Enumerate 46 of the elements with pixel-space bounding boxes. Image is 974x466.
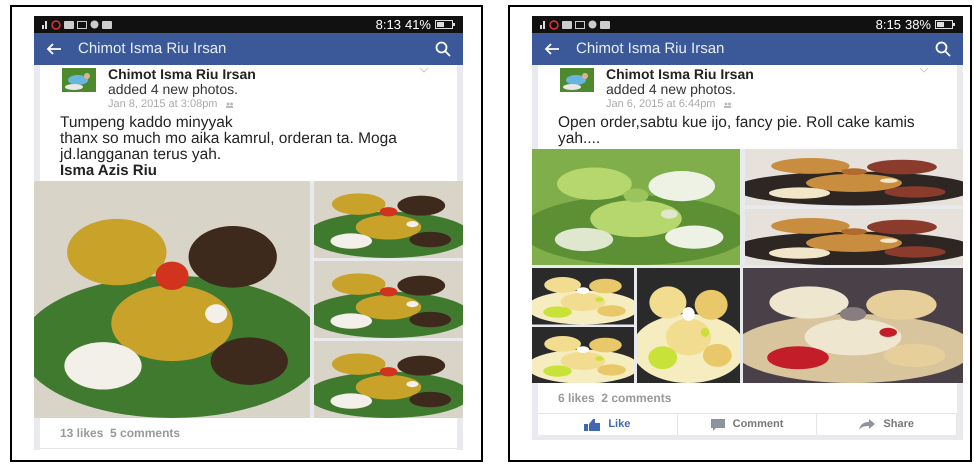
header-title: Chimot Isma Riu Irsan — [576, 38, 726, 59]
thumbs-up-icon — [584, 418, 600, 430]
battery-level: 38% — [904, 18, 931, 31]
engagement-stats[interactable]: 6 likes 2 comments — [538, 383, 957, 413]
like-button[interactable]: Like — [538, 414, 678, 435]
clock: 8:15 — [876, 18, 901, 31]
author-name[interactable]: Chimot Isma Riu Irsan — [108, 67, 256, 82]
post-signature: Isma Azis Riu — [60, 163, 158, 179]
share-button[interactable]: Share — [817, 414, 958, 435]
avatar-image[interactable] — [560, 68, 594, 92]
post-text: Open order,sabtu kue ijo, fancy pie. Roll cake kamis yah.... — [558, 115, 916, 147]
battery-icon — [435, 20, 455, 29]
clock: 8:13 — [376, 18, 401, 31]
post-text: Tumpeng kaddo minyyak — [60, 115, 234, 131]
share-arrow-icon — [859, 419, 876, 430]
avatar-image[interactable] — [62, 68, 96, 92]
post-action: added 4 new photos. — [108, 82, 239, 97]
battery-icon — [935, 20, 955, 29]
ring-icon — [549, 20, 559, 30]
back-arrow-icon[interactable] — [46, 43, 62, 55]
post-action: added 4 new photos. — [606, 82, 737, 97]
battery-level: 41% — [404, 18, 431, 31]
header-title: Chimot Isma Riu Irsan — [78, 38, 228, 59]
search-icon[interactable] — [935, 41, 951, 57]
friends-icon — [723, 102, 732, 108]
speech-bubble-icon — [710, 418, 725, 430]
image-icon — [77, 20, 87, 28]
author-name[interactable]: Chimot Isma Riu Irsan — [606, 67, 754, 82]
message-icon — [102, 20, 112, 28]
message-icon — [562, 20, 572, 28]
post-date: Jan 8, 2015 at 3:08pm — [108, 97, 256, 112]
post-date: Jan 6, 2015 at 6:44pm — [606, 97, 754, 112]
chat-icon — [588, 20, 597, 29]
comment-button[interactable]: Comment — [678, 414, 818, 435]
friends-icon — [225, 102, 234, 108]
signal-icon — [540, 20, 546, 28]
message-icon — [600, 20, 610, 28]
image-icon — [575, 20, 585, 28]
chat-icon — [90, 20, 99, 29]
post-text: thanx so much mo aika kamrul, orderan ta. Moga jd.langganan terus yah. — [60, 131, 398, 163]
signal-icon — [42, 20, 48, 28]
message-icon — [64, 20, 74, 28]
ring-icon — [51, 20, 61, 30]
search-icon[interactable] — [435, 41, 451, 57]
engagement-stats[interactable]: 13 likes 5 comments — [40, 418, 457, 448]
back-arrow-icon[interactable] — [544, 43, 560, 55]
